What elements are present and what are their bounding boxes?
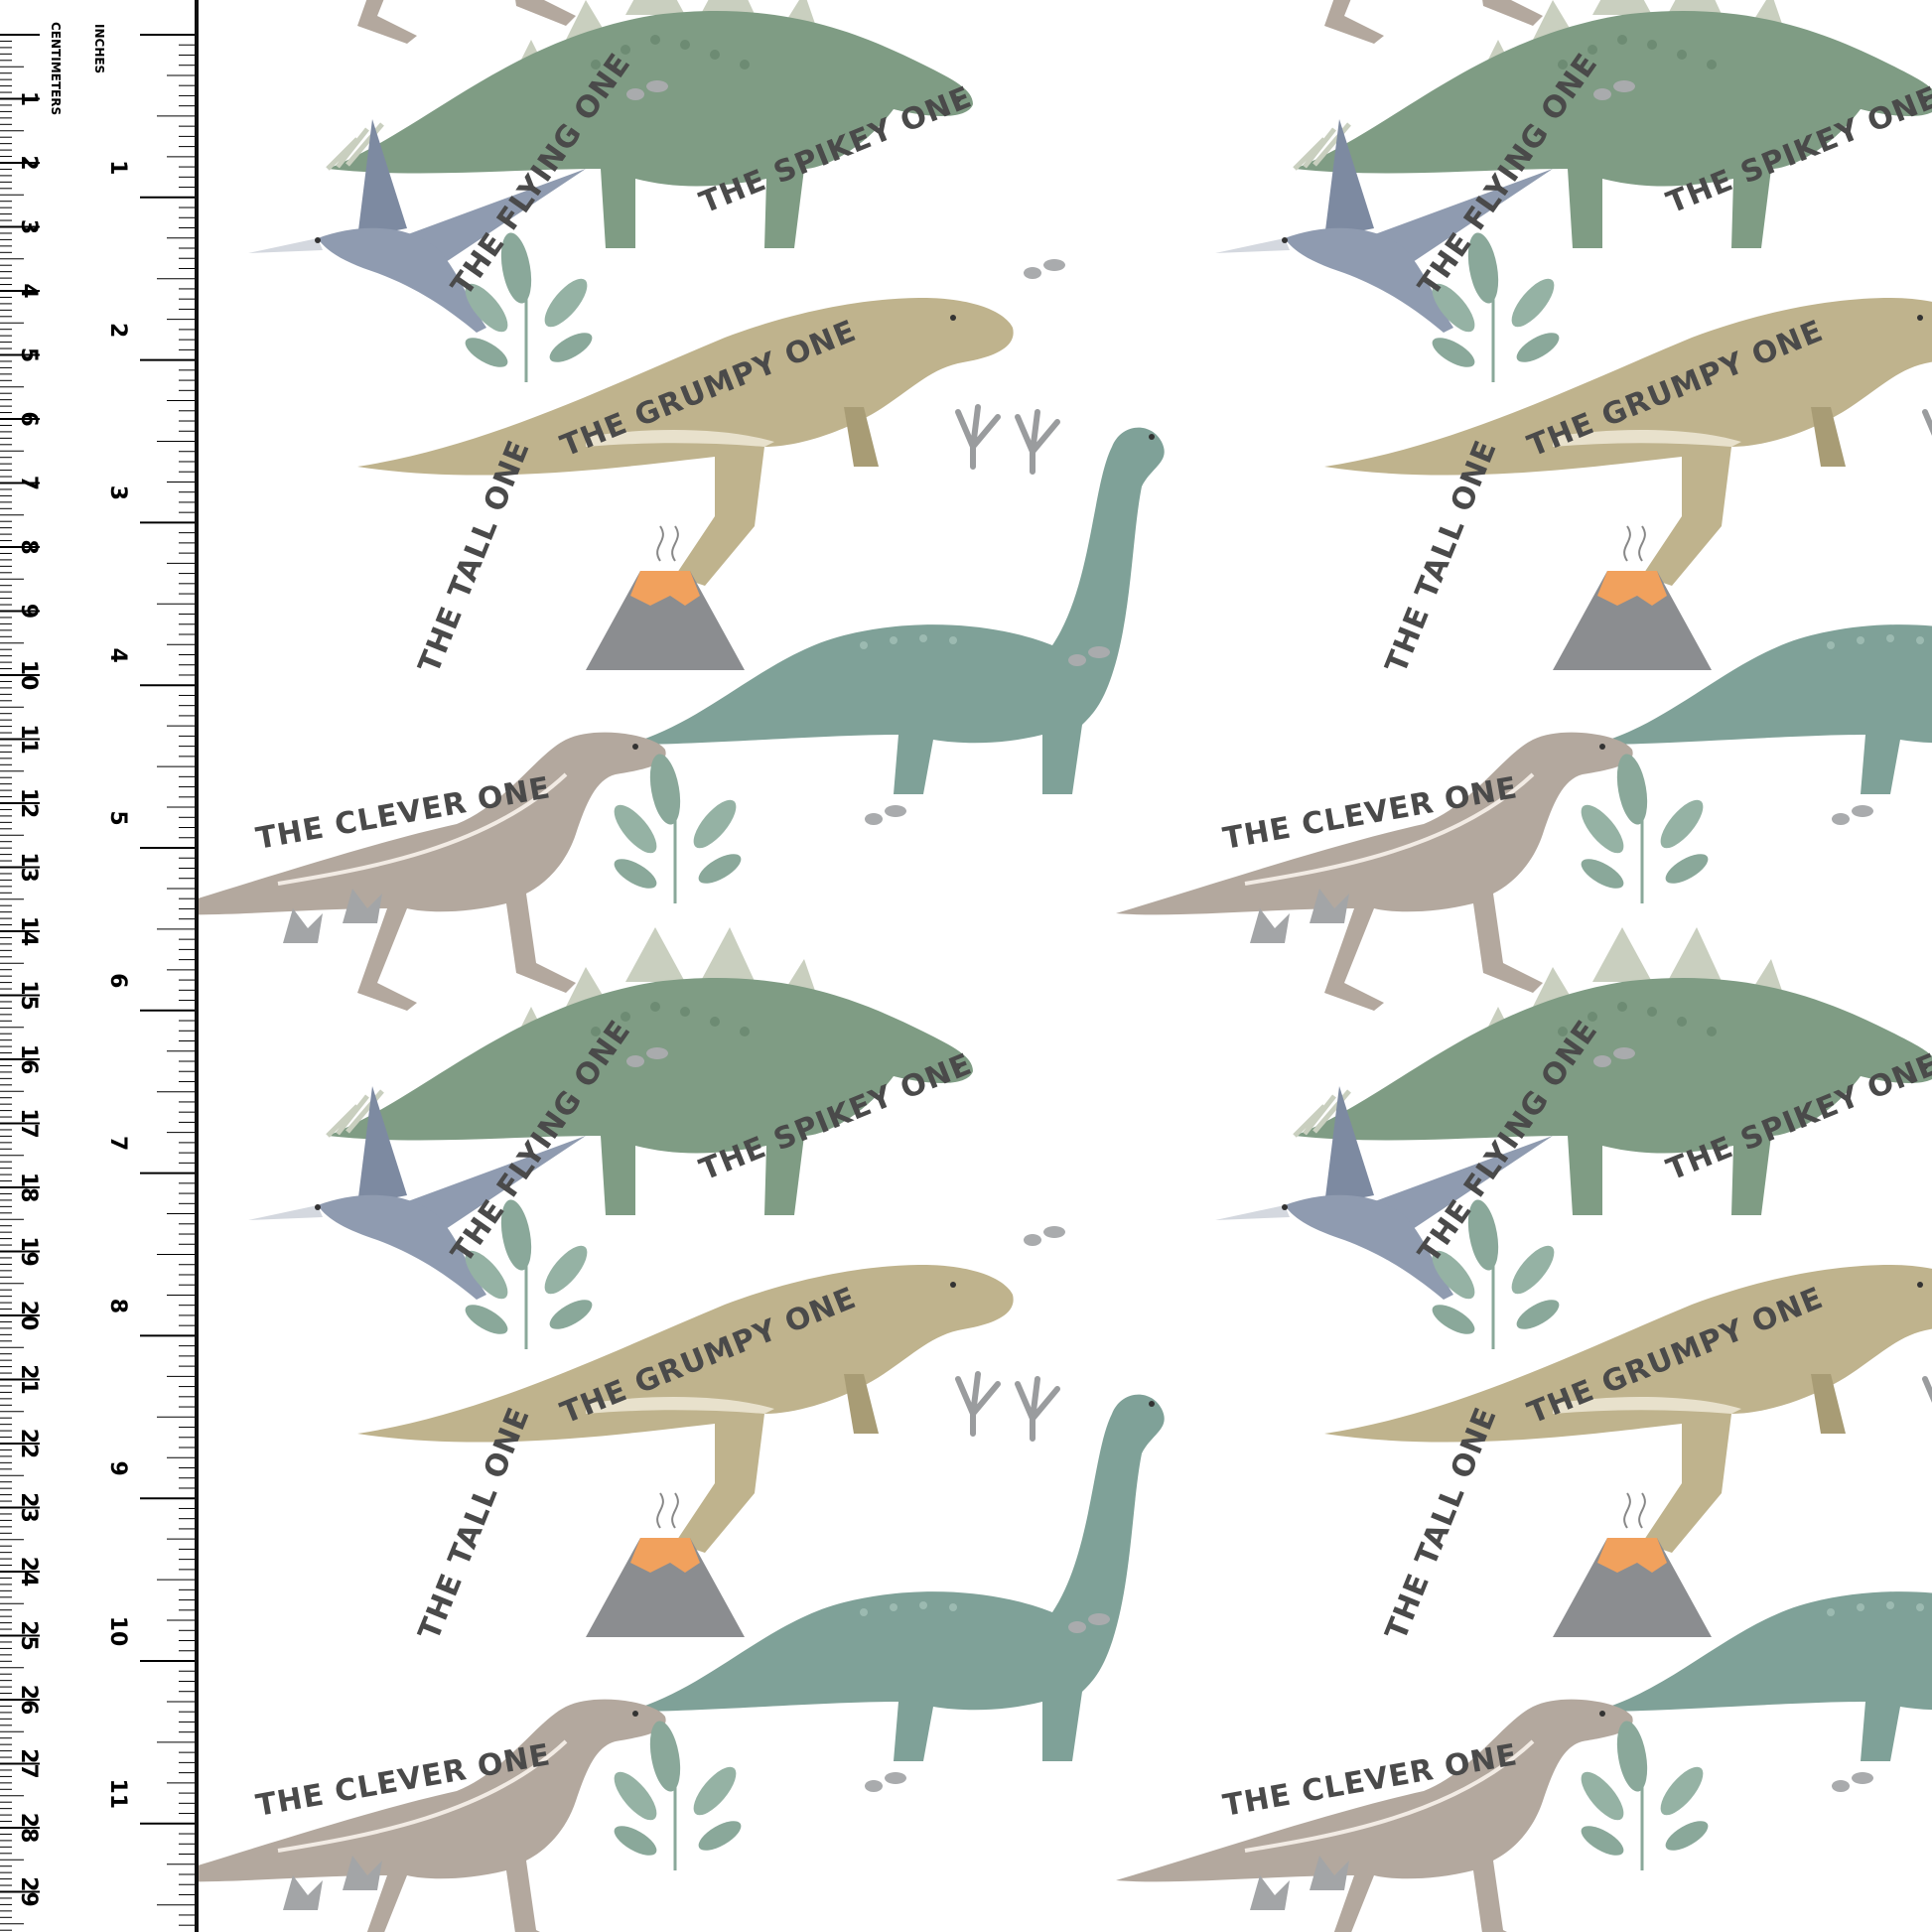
- inch-number: 6: [105, 973, 130, 988]
- cm-number: 4: [16, 283, 41, 298]
- fabric-swatch: 1 2 3 4 5 6 7 8 9 10 11 12 13 14 15 16 17 18 19 20 21 22 23 24 2…: [0, 0, 1932, 1932]
- cm-number: 3: [16, 219, 41, 234]
- cm-number: 25: [16, 1620, 41, 1651]
- inch-number: 9: [105, 1461, 130, 1476]
- cm-number: 29: [16, 1876, 41, 1907]
- inch-number: 7: [105, 1136, 130, 1151]
- pattern-tile: [199, 0, 1165, 1011]
- dinosaur-pattern: THE SPIKEY ONE THE FLYING ONE THE GRUMPY O…: [199, 0, 1932, 1932]
- inch-number: 5: [105, 810, 130, 825]
- cm-number: 7: [16, 476, 41, 490]
- cm-number: 19: [16, 1236, 41, 1267]
- centimeters-label: CENTIMETERS: [49, 22, 63, 115]
- cm-number: 6: [16, 411, 41, 426]
- cm-number: 23: [16, 1492, 41, 1523]
- cm-number: 20: [16, 1301, 41, 1331]
- pattern-canvas: THE SPIKEY ONETHE FLYING ONETHE GRUMPY O…: [199, 0, 1932, 1932]
- cm-number: 12: [16, 788, 41, 819]
- cm-number: 26: [16, 1685, 41, 1716]
- cm-number: 8: [16, 539, 41, 554]
- cm-number: 22: [16, 1429, 41, 1459]
- cm-number: 24: [16, 1557, 41, 1587]
- cm-number: 10: [16, 660, 41, 691]
- inch-number: 10: [105, 1616, 130, 1647]
- cm-number: 21: [16, 1364, 41, 1395]
- cm-number: 2: [16, 155, 41, 170]
- cm-number: 14: [16, 916, 41, 947]
- cm-number: 11: [16, 724, 41, 755]
- inch-number: 2: [105, 323, 130, 338]
- inch-number: 8: [105, 1299, 130, 1313]
- cm-number: 27: [16, 1748, 41, 1779]
- inch-number: 4: [105, 648, 130, 663]
- cm-number: 17: [16, 1108, 41, 1139]
- cm-number: 9: [16, 604, 41, 619]
- cm-number: 18: [16, 1173, 41, 1203]
- cm-number: 5: [16, 347, 41, 362]
- cm-number: 1: [16, 91, 41, 106]
- pattern-tile: [1116, 927, 1932, 1932]
- cm-number: 28: [16, 1813, 41, 1844]
- inch-number: 1: [105, 160, 130, 175]
- inches-label: INCHES: [92, 24, 106, 73]
- inch-number: 11: [105, 1778, 130, 1809]
- ruler-graphic: 1234567891011121314151617181920212223242…: [0, 22, 195, 1931]
- cm-number: 15: [16, 980, 41, 1011]
- cm-number: 16: [16, 1044, 41, 1075]
- measuring-ruler: 1 2 3 4 5 6 7 8 9 10 11 12 13 14 15 16 17 18 19 20 21 22 23 24 2…: [0, 0, 199, 1932]
- inch-number: 3: [105, 485, 130, 500]
- cm-number: 13: [16, 852, 41, 883]
